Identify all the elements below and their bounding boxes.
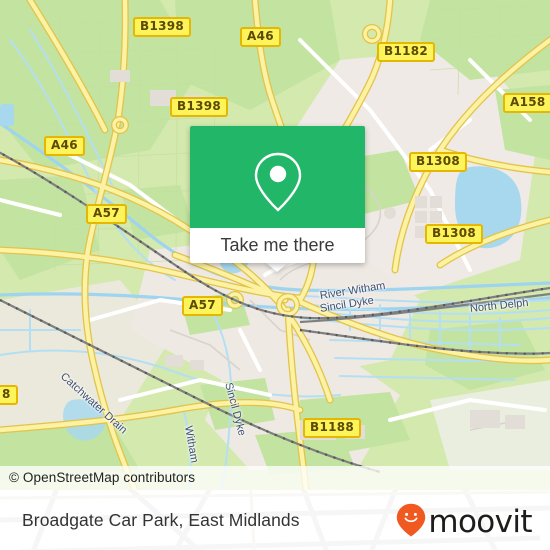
map-attribution-bar: © OpenStreetMap contributors <box>0 466 550 490</box>
place-title: Broadgate Car Park, East Midlands <box>22 510 300 530</box>
road-shield: B1398 <box>170 97 229 117</box>
popup-header <box>190 126 365 228</box>
popup-pointer <box>265 262 289 272</box>
map-screenshot: B1398 A46 B1182 B1398 A158 A46 B1308 A57… <box>0 0 550 550</box>
road-shield: B1308 <box>409 152 468 172</box>
road-shield: A57 <box>86 204 127 224</box>
road-shield: 8 <box>0 385 18 405</box>
road-shield: A46 <box>44 136 85 156</box>
footer-bar: Broadgate Car Park, East Midlands moovit <box>0 490 550 550</box>
road-shield: A158 <box>503 93 550 113</box>
moovit-logo[interactable]: moovit <box>396 503 533 542</box>
road-shield: B1188 <box>303 418 362 438</box>
moovit-pin-icon <box>396 503 426 542</box>
take-me-there-label[interactable]: Take me there <box>190 228 365 263</box>
location-pin-icon <box>250 150 306 219</box>
road-shield: B1182 <box>377 42 436 62</box>
road-shield: A57 <box>182 296 223 316</box>
osm-attribution-text[interactable]: © OpenStreetMap contributors <box>9 470 195 485</box>
road-shield: A46 <box>240 27 281 47</box>
road-shield: B1398 <box>133 17 192 37</box>
moovit-wordmark: moovit <box>428 504 532 540</box>
location-popup-card[interactable]: Take me there <box>190 126 365 263</box>
road-shield: B1308 <box>425 224 484 244</box>
